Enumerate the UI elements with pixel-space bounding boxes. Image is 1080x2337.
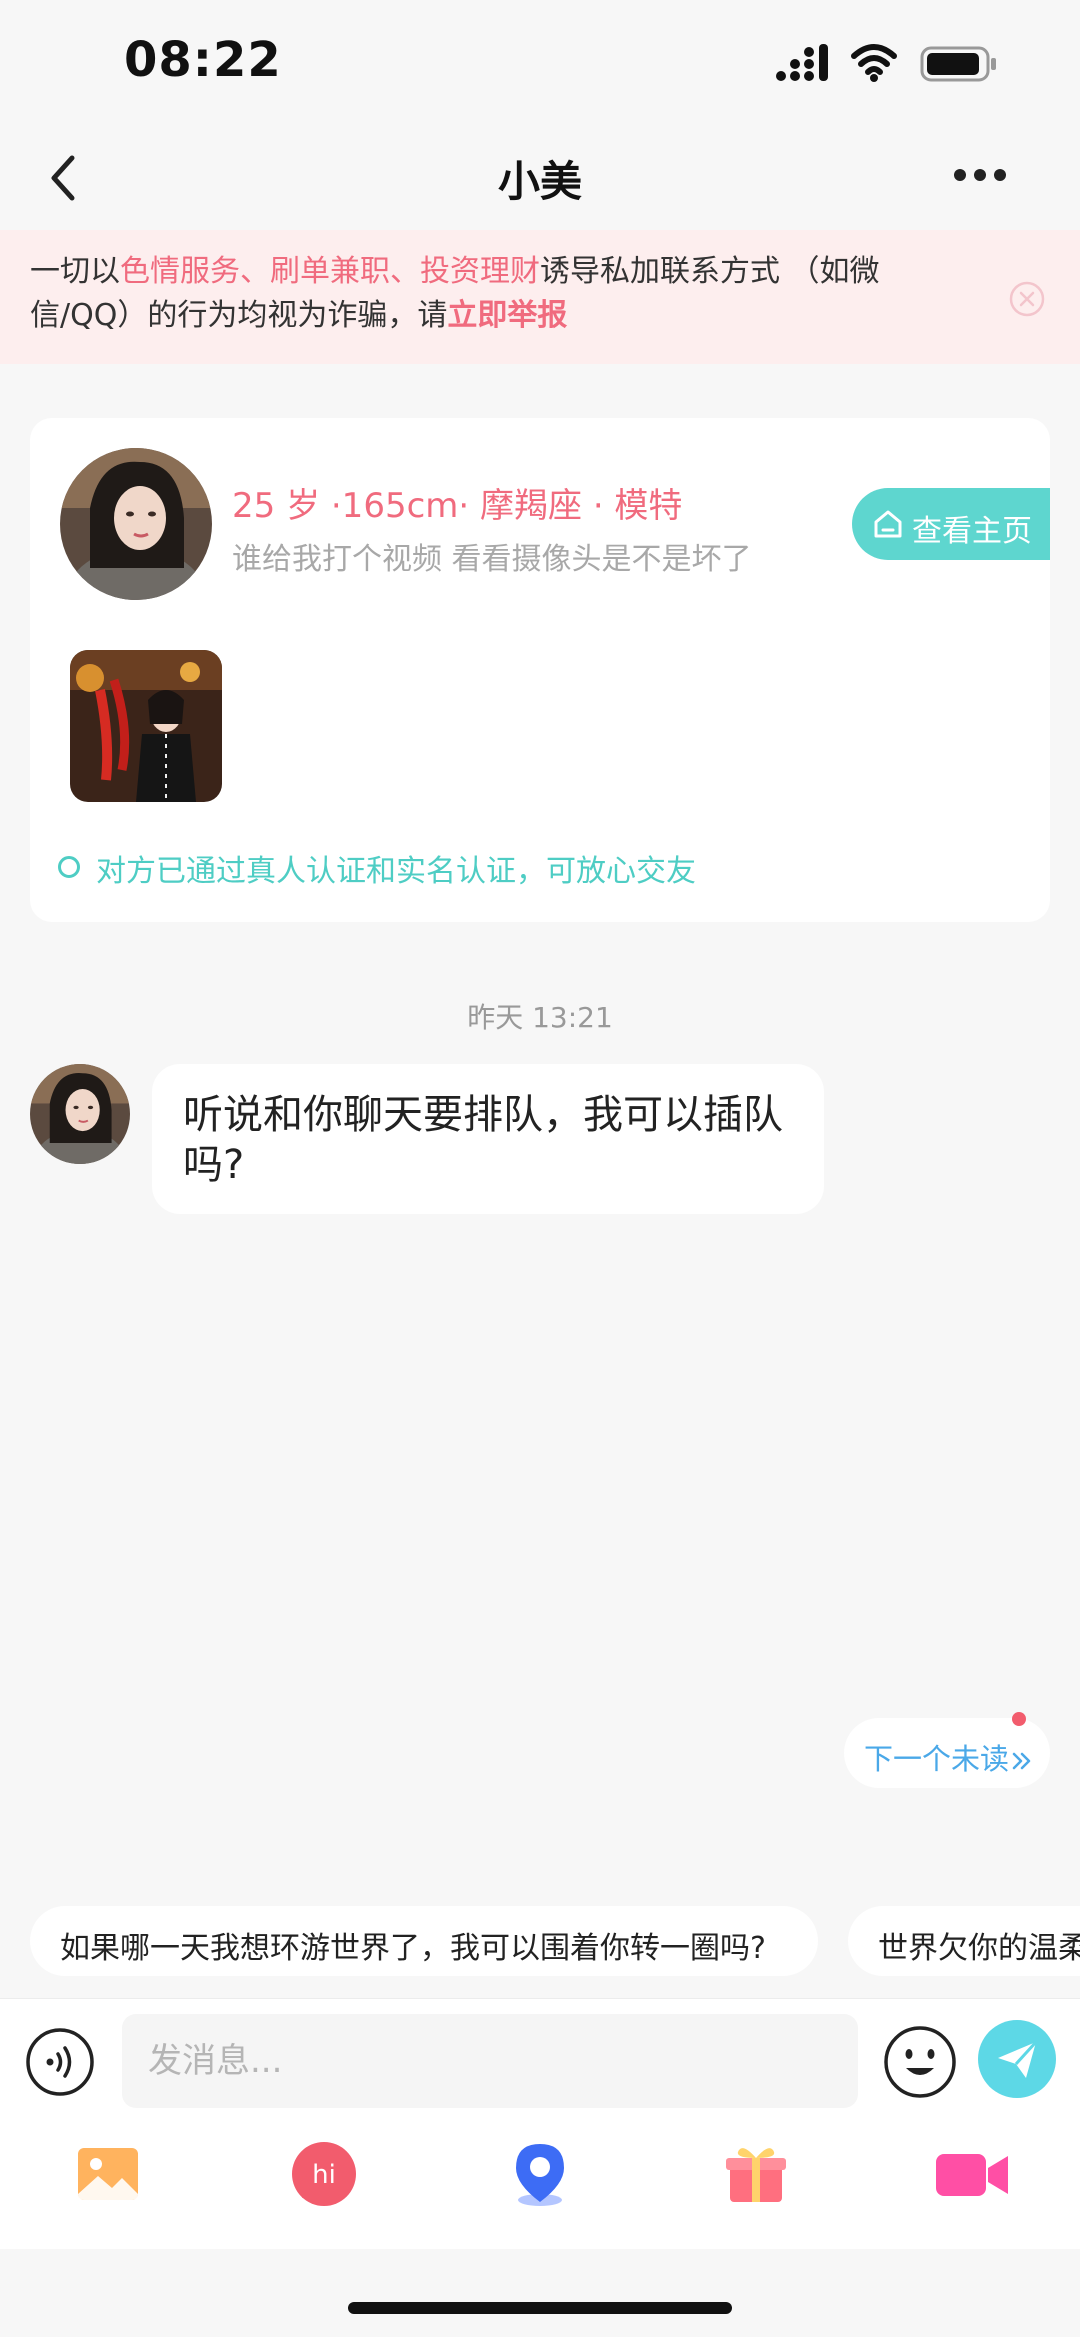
profile-bio: 谁给我打个视频 看看摄像头是不是坏了 xyxy=(232,542,752,577)
hi-icon[interactable]: hi xyxy=(288,2138,360,2210)
next-unread-button[interactable]: 下一个未读 xyxy=(844,1718,1050,1788)
verified-icon xyxy=(58,856,80,878)
sender-avatar[interactable] xyxy=(30,1064,130,1164)
voice-icon[interactable] xyxy=(24,2026,96,2098)
avatar[interactable] xyxy=(60,448,212,600)
message-text: 听说和你聊天要排队，我可以插队吗? xyxy=(183,1092,783,1188)
more-dots-icon[interactable] xyxy=(950,160,1010,190)
profile-photo[interactable] xyxy=(70,650,222,802)
image-icon[interactable] xyxy=(72,2138,144,2210)
view-profile-button[interactable]: 查看主页 xyxy=(852,488,1050,560)
report-link[interactable]: 立即举报 xyxy=(447,298,567,333)
profile-info: 25 岁 ·165cm· 摩羯座 · 模特 xyxy=(232,486,683,526)
verified-text: 对方已通过真人认证和实名认证，可放心交友 xyxy=(96,854,696,889)
warning-text-part1: 一切以 xyxy=(30,254,120,289)
suggestion-chip[interactable]: 如果哪一天我想环游世界了，我可以围着你转一圈吗? xyxy=(30,1906,818,1976)
suggestion-text: 如果哪一天我想环游世界了，我可以围着你转一圈吗? xyxy=(60,1931,766,1966)
double-chevron-right-icon xyxy=(1012,1752,1031,1770)
message-input-box[interactable] xyxy=(122,2014,858,2108)
status-time: 08:22 xyxy=(124,32,282,88)
unread-dot xyxy=(1012,1712,1026,1726)
battery-icon xyxy=(920,46,996,82)
emoji-icon[interactable] xyxy=(882,2024,958,2100)
home-indicator xyxy=(348,2302,732,2314)
suggestion-text: 世界欠你的温柔 xyxy=(878,1931,1080,1966)
message-timestamp: 昨天 13:21 xyxy=(467,1001,613,1034)
suggestion-chip[interactable]: 世界欠你的温柔 xyxy=(848,1906,1080,1976)
warning-highlight: 色情服务、刷单兼职、投资理财 xyxy=(120,254,540,289)
svg-text:hi: hi xyxy=(312,2160,336,2190)
page-title: 小美 xyxy=(497,157,582,206)
wifi-icon xyxy=(851,44,897,82)
send-icon xyxy=(998,2040,1038,2078)
home-icon xyxy=(874,510,902,538)
signal-icon xyxy=(776,44,828,81)
view-profile-label: 查看主页 xyxy=(912,514,1032,549)
video-call-icon[interactable] xyxy=(932,2138,1012,2210)
warning-text: 一切以色情服务、刷单兼职、投资理财诱导私加联系方式 （如微信/QQ）的行为均视为… xyxy=(30,250,970,338)
gift-icon[interactable] xyxy=(720,2138,792,2210)
message-input[interactable] xyxy=(146,2036,830,2086)
close-icon[interactable] xyxy=(1008,280,1046,318)
location-icon[interactable] xyxy=(504,2138,576,2210)
next-unread-label: 下一个未读 xyxy=(864,1736,1033,1778)
send-button[interactable] xyxy=(978,2020,1056,2098)
